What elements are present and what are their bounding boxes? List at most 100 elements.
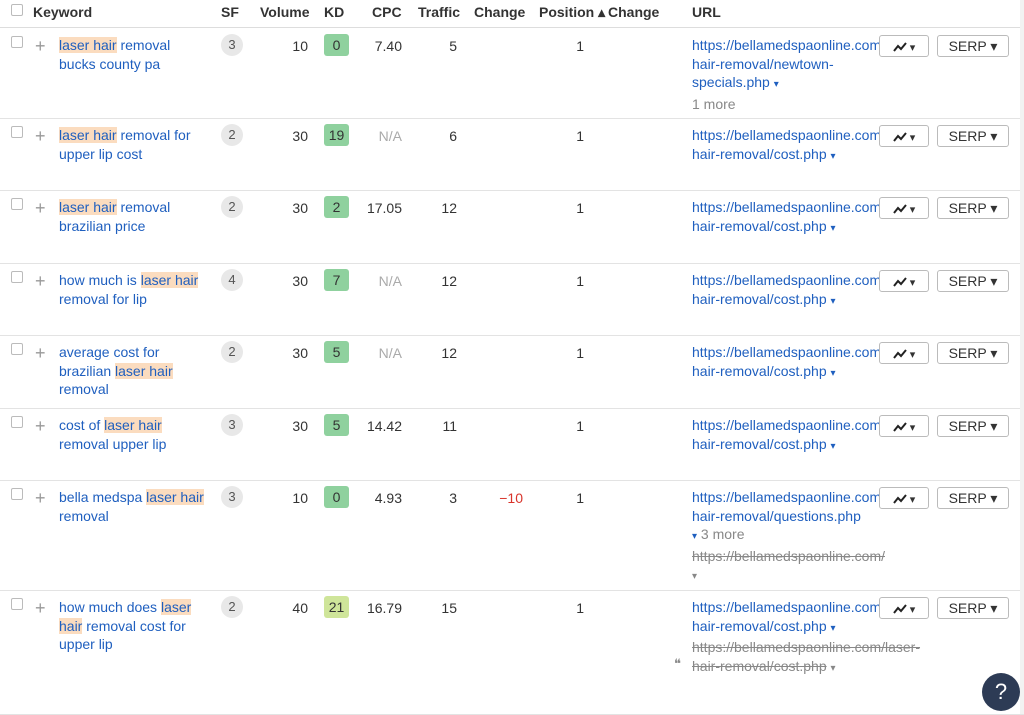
url-dropdown-caret[interactable]: ▾ [831,296,836,307]
previous-url-caret[interactable]: ▾ [692,571,697,582]
position-history-button[interactable]: ▾ [879,342,929,364]
scrollbar[interactable] [1020,0,1024,714]
serp-button[interactable]: SERP ▾ [937,597,1009,619]
sf-badge[interactable]: 3 [221,486,243,508]
position-history-button[interactable]: ▾ [879,270,929,292]
cpc-value: N/A [378,345,402,361]
kd-badge: 2 [324,196,349,218]
more-urls-link[interactable]: 1 more [692,96,736,112]
cpc-value: 4.93 [374,490,402,506]
serp-button[interactable]: SERP ▾ [937,35,1009,57]
sf-badge[interactable]: 3 [221,414,243,436]
keyword-link[interactable]: cost of laser hair removal upper lip [59,416,209,453]
trend-caret-icon: ▾ [906,494,916,506]
select-all-checkbox[interactable] [11,4,23,16]
sf-badge[interactable]: 2 [221,341,243,363]
add-keyword-icon[interactable]: + [35,272,46,290]
position-history-button[interactable]: ▾ [879,125,929,147]
keyword-link[interactable]: how much does laser hair removal cost fo… [59,598,209,654]
add-keyword-icon[interactable]: + [35,199,46,217]
keyword-link[interactable]: average cost for brazilian laser hair re… [59,343,209,399]
add-keyword-icon[interactable]: + [35,417,46,435]
add-keyword-icon[interactable]: + [35,599,46,617]
sf-badge[interactable]: 2 [221,196,243,218]
kd-badge: 19 [324,124,349,146]
keyword-link[interactable]: laser hair removal brazilian price [59,198,209,235]
row-checkbox[interactable] [11,126,23,138]
row-checkbox[interactable] [11,343,23,355]
col-kd[interactable]: KD [324,4,344,20]
col-sf[interactable]: SF [221,4,239,20]
add-keyword-icon[interactable]: + [35,127,46,145]
url-dropdown-caret[interactable]: ▾ [831,368,836,379]
url-dropdown-caret[interactable]: ▾ [831,623,836,634]
add-keyword-icon[interactable]: + [35,489,46,507]
url-dropdown-caret[interactable]: ▾ [774,79,779,90]
serp-button[interactable]: SERP ▾ [937,342,1009,364]
keyword-link[interactable]: bella medspa laser hair removal [59,488,209,525]
serp-button[interactable]: SERP ▾ [937,197,1009,219]
row-checkbox[interactable] [11,416,23,428]
col-position-change[interactable]: Change [608,4,659,20]
trend-chart-icon [892,204,907,214]
sf-badge[interactable]: 3 [221,34,243,56]
row-checkbox[interactable] [11,598,23,610]
col-traffic[interactable]: Traffic [418,4,460,20]
position-history-button[interactable]: ▾ [879,597,929,619]
position-history-button[interactable]: ▾ [879,35,929,57]
row-checkbox[interactable] [11,36,23,48]
col-volume[interactable]: Volume [260,4,310,20]
add-keyword-icon[interactable]: + [35,344,46,362]
cpc-value: N/A [378,273,402,289]
url-dropdown-caret[interactable]: ▾ [831,441,836,452]
url-dropdown-caret[interactable]: ▾ [831,151,836,162]
volume-value: 30 [292,128,308,144]
serp-button[interactable]: SERP ▾ [937,487,1009,509]
trend-caret-icon: ▾ [906,132,916,144]
previous-url[interactable]: https://bellamedspaonline.com/laser-hair… [692,639,920,674]
serp-button[interactable]: SERP ▾ [937,125,1009,147]
trend-chart-icon [892,42,907,52]
col-keyword[interactable]: Keyword [33,4,92,20]
traffic-value: 12 [441,345,457,361]
col-url[interactable]: URL [692,4,721,20]
row-checkbox[interactable] [11,271,23,283]
trend-chart-icon [892,494,907,504]
keyword-link[interactable]: laser hair removal for upper lip cost [59,126,209,163]
add-keyword-icon[interactable]: + [35,37,46,55]
col-change[interactable]: Change [474,4,525,20]
more-urls-link[interactable]: 3 more [701,526,745,542]
sf-badge[interactable]: 4 [221,269,243,291]
row-checkbox[interactable] [11,488,23,500]
volume-value: 40 [292,600,308,616]
position-history-button[interactable]: ▾ [879,197,929,219]
traffic-value: 5 [449,38,457,54]
trend-chart-icon [892,349,907,359]
position-value: 1 [576,200,584,216]
sf-badge[interactable]: 2 [221,124,243,146]
url-dropdown-caret[interactable]: ▾ [692,531,697,542]
url-cell: https://bellamedspaonline.com/laser-hair… [692,488,920,587]
keyword-link[interactable]: how much is laser hair removal for lip [59,271,209,308]
kd-badge: 5 [324,414,349,436]
col-position[interactable]: Position ▴ [539,4,605,21]
col-cpc[interactable]: CPC [372,4,402,20]
position-history-button[interactable]: ▾ [879,415,929,437]
keyword-link[interactable]: laser hair removal bucks county pa [59,36,209,73]
url-cell: https://bellamedspaonline.com/laser-hair… [692,271,920,311]
position-history-button[interactable]: ▾ [879,487,929,509]
trend-chart-icon [892,422,907,432]
volume-value: 30 [292,200,308,216]
sf-badge[interactable]: 2 [221,596,243,618]
traffic-value: 12 [441,273,457,289]
help-button[interactable]: ? [982,673,1020,711]
trend-chart-icon [892,604,907,614]
url-cell: https://bellamedspaonline.com/laser-hair… [692,198,920,238]
volume-value: 10 [292,38,308,54]
row-checkbox[interactable] [11,198,23,210]
serp-button[interactable]: SERP ▾ [937,270,1009,292]
previous-url-caret[interactable]: ▾ [831,663,836,674]
previous-url[interactable]: https://bellamedspaonline.com/ [692,548,885,564]
serp-button[interactable]: SERP ▾ [937,415,1009,437]
url-dropdown-caret[interactable]: ▾ [831,223,836,234]
